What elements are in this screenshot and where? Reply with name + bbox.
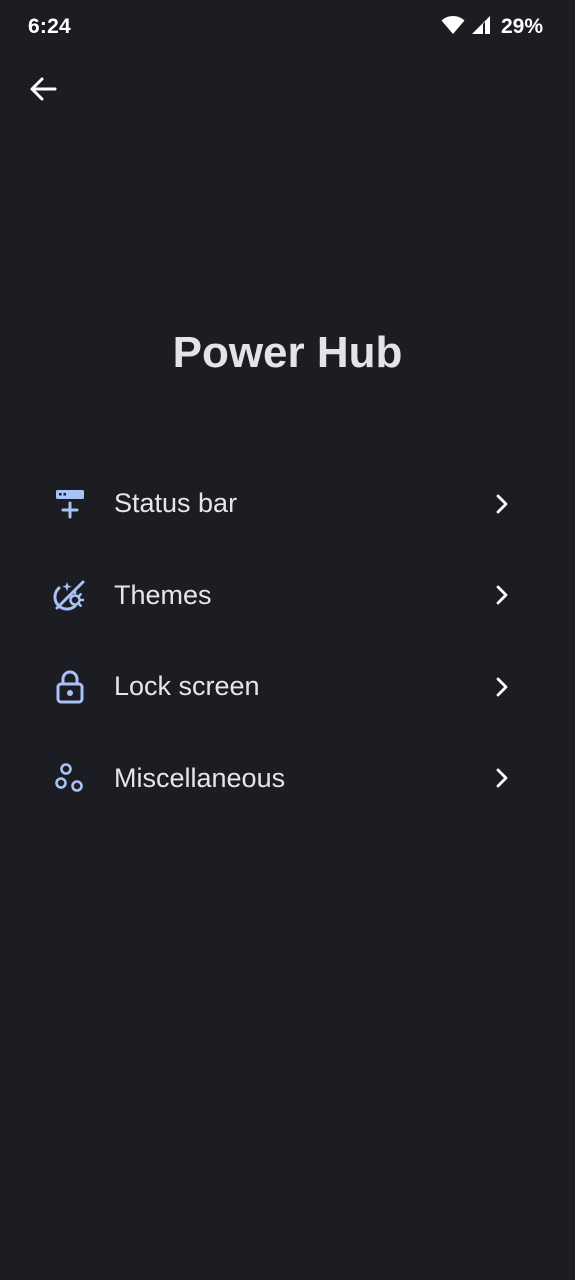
chevron-right-icon: [490, 766, 514, 790]
wifi-icon: [441, 15, 465, 40]
settings-menu: Status bar Themes Lock screen Miscellane…: [0, 458, 575, 824]
menu-item-lock-screen[interactable]: Lock screen: [0, 641, 575, 733]
menu-item-label: Themes: [114, 579, 212, 610]
menu-item-miscellaneous[interactable]: Miscellaneous: [0, 733, 575, 825]
status-icons: 29%: [441, 14, 543, 40]
status-bar-add-icon: [52, 486, 88, 522]
status-bar: 6:24 29%: [0, 0, 575, 56]
back-button[interactable]: [18, 66, 68, 116]
menu-item-label: Status bar: [114, 488, 238, 519]
battery-percentage: 29%: [500, 15, 543, 38]
themes-icon: [52, 577, 88, 613]
lock-icon: [52, 669, 88, 705]
chevron-right-icon: [490, 675, 514, 699]
cellular-signal-icon: [471, 15, 491, 40]
menu-item-label: Miscellaneous: [114, 762, 286, 793]
chevron-right-icon: [490, 492, 514, 516]
menu-item-themes[interactable]: Themes: [0, 550, 575, 642]
menu-item-label: Lock screen: [114, 671, 260, 702]
menu-item-status-bar[interactable]: Status bar: [0, 458, 575, 550]
page-title: Power Hub: [172, 328, 403, 377]
arrow-left-icon: [29, 75, 57, 108]
misc-circles-icon: [52, 760, 88, 796]
status-time: 6:24: [28, 15, 71, 38]
chevron-right-icon: [490, 583, 514, 607]
